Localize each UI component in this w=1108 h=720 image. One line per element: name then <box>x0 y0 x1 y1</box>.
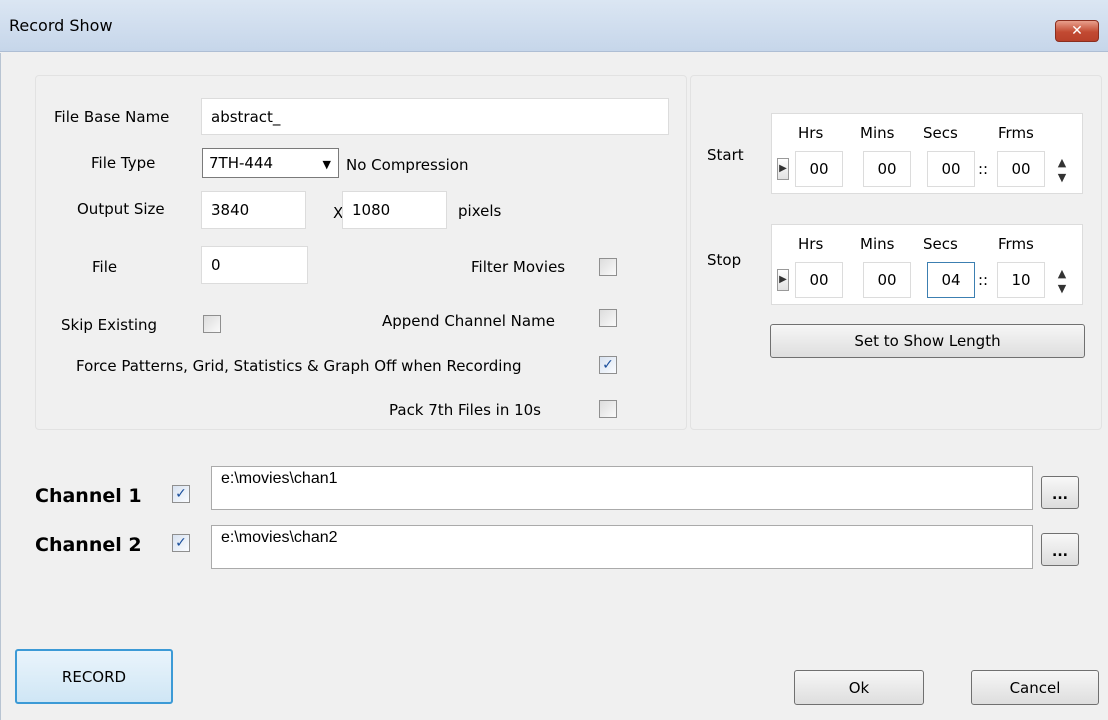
title-bar: Record Show ✕ <box>0 0 1108 52</box>
file-number-input[interactable]: 0 <box>201 246 308 284</box>
filter-movies-label: Filter Movies <box>471 258 566 276</box>
check-icon: ✓ <box>602 357 614 373</box>
filter-movies-checkbox[interactable] <box>599 258 617 276</box>
spin-up-icon[interactable]: ▲ <box>1055 156 1069 170</box>
ok-button[interactable]: Ok <box>794 670 924 705</box>
output-width-input[interactable]: 3840 <box>201 191 306 229</box>
append-channel-name-label: Append Channel Name <box>382 312 555 330</box>
channel-1-checkbox[interactable]: ✓ <box>172 485 190 503</box>
mins-header: Mins <box>860 124 895 142</box>
record-button[interactable]: RECORD <box>15 649 173 704</box>
frms-header: Frms <box>998 124 1034 142</box>
check-icon: ✓ <box>175 486 187 502</box>
channel-1-path-input[interactable]: e:\movies\chan1 <box>211 466 1033 510</box>
start-label: Start <box>707 146 744 164</box>
file-base-name-input[interactable]: abstract_ <box>201 98 669 135</box>
frms-header: Frms <box>998 235 1034 253</box>
output-height-input[interactable]: 1080 <box>342 191 447 229</box>
file-type-note: No Compression <box>346 156 469 174</box>
timecode-separator: :: <box>978 160 989 178</box>
spin-down-icon[interactable]: ▼ <box>1055 171 1069 185</box>
start-secs-field[interactable]: 00 <box>927 151 975 187</box>
pack-7th-label: Pack 7th Files in 10s <box>389 401 541 419</box>
cancel-button[interactable]: Cancel <box>971 670 1099 705</box>
start-hrs-field[interactable]: 00 <box>795 151 843 187</box>
mins-header: Mins <box>860 235 895 253</box>
append-channel-name-checkbox[interactable] <box>599 309 617 327</box>
timecode-panel: Start Hrs Mins Secs Frms ▶ 00 00 00 :: 0… <box>690 75 1102 430</box>
channel-2-label: Channel 2 <box>35 534 142 556</box>
stop-hrs-field[interactable]: 00 <box>795 262 843 298</box>
spin-up-icon[interactable]: ▲ <box>1055 267 1069 281</box>
start-mins-field[interactable]: 00 <box>863 151 911 187</box>
channel-1-label: Channel 1 <box>35 485 142 507</box>
secs-header: Secs <box>923 235 958 253</box>
file-type-value: 7TH-444 <box>209 154 274 172</box>
output-size-label: Output Size <box>77 200 165 218</box>
channel-2-browse-button[interactable]: ... <box>1041 533 1079 566</box>
pack-7th-checkbox[interactable] <box>599 400 617 418</box>
secs-header: Secs <box>923 124 958 142</box>
channel-2-path-input[interactable]: e:\movies\chan2 <box>211 525 1033 569</box>
start-frms-field[interactable]: 00 <box>997 151 1045 187</box>
spin-down-icon[interactable]: ▼ <box>1055 282 1069 296</box>
channel-1-browse-button[interactable]: ... <box>1041 476 1079 509</box>
hrs-header: Hrs <box>798 235 824 253</box>
file-settings-panel: File Base Name abstract_ File Type 7TH-4… <box>35 75 687 430</box>
timecode-separator: :: <box>978 271 989 289</box>
file-type-select[interactable]: 7TH-444 ▼ <box>202 148 339 178</box>
play-icon[interactable]: ▶ <box>777 158 789 180</box>
dialog-body: File Base Name abstract_ File Type 7TH-4… <box>0 53 1108 720</box>
file-number-label: File <box>92 258 118 276</box>
hrs-header: Hrs <box>798 124 824 142</box>
close-icon: ✕ <box>1071 23 1083 39</box>
set-show-length-button[interactable]: Set to Show Length <box>770 324 1085 358</box>
pixels-label: pixels <box>458 202 502 220</box>
play-icon[interactable]: ▶ <box>777 269 789 291</box>
file-type-label: File Type <box>91 154 156 172</box>
force-off-checkbox[interactable]: ✓ <box>599 356 617 374</box>
stop-mins-field[interactable]: 00 <box>863 262 911 298</box>
skip-existing-checkbox[interactable] <box>203 315 221 333</box>
skip-existing-label: Skip Existing <box>61 316 158 334</box>
close-button[interactable]: ✕ <box>1055 20 1099 42</box>
window-title: Record Show <box>9 16 113 35</box>
channel-2-checkbox[interactable]: ✓ <box>172 534 190 552</box>
stop-frms-field[interactable]: 10 <box>997 262 1045 298</box>
file-base-name-label: File Base Name <box>54 108 170 126</box>
stop-secs-field[interactable]: 04 <box>927 262 975 298</box>
chevron-down-icon: ▼ <box>322 158 331 171</box>
stop-timecode: Hrs Mins Secs Frms ▶ 00 00 04 :: 10 ▲ ▼ <box>771 224 1083 305</box>
force-off-label: Force Patterns, Grid, Statistics & Graph… <box>76 357 522 375</box>
stop-label: Stop <box>707 251 742 269</box>
check-icon: ✓ <box>175 535 187 551</box>
start-timecode: Hrs Mins Secs Frms ▶ 00 00 00 :: 00 ▲ ▼ <box>771 113 1083 194</box>
